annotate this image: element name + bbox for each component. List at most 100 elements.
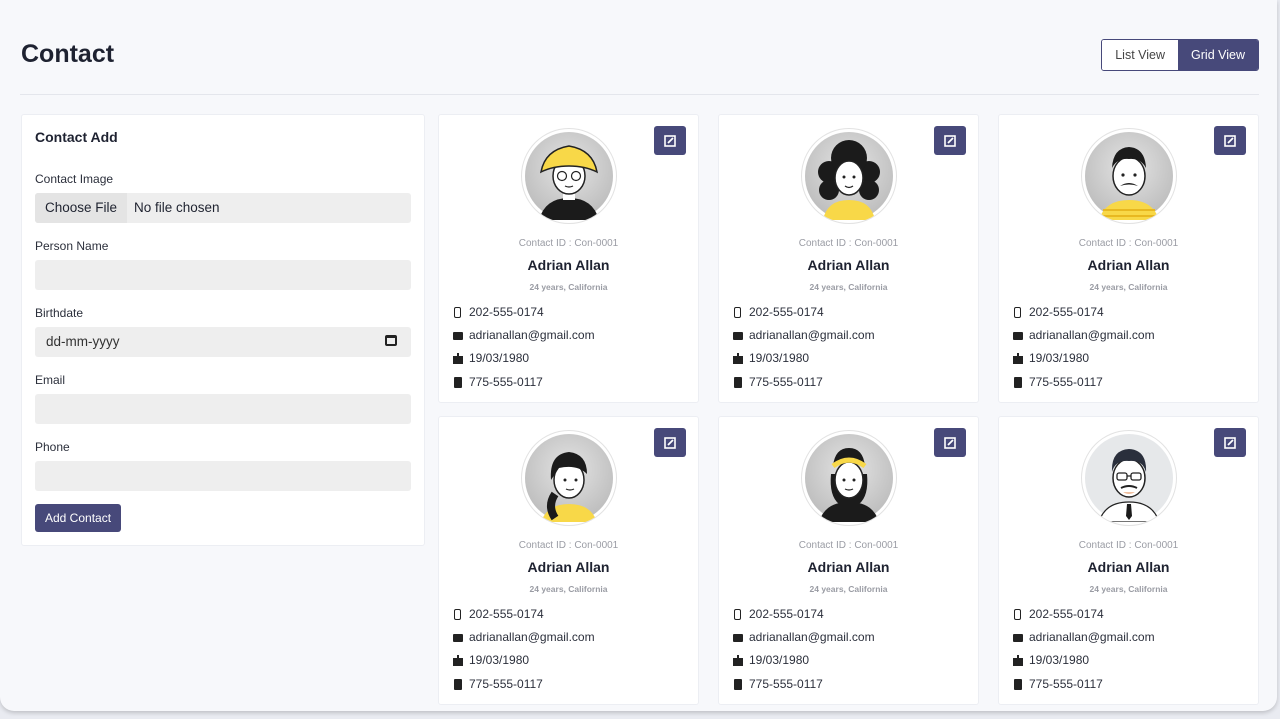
add-contact-button[interactable]: Add Contact xyxy=(35,504,122,532)
edit-contact-button[interactable] xyxy=(1214,428,1246,457)
contact-avatar xyxy=(802,431,896,525)
phone-icon xyxy=(453,608,465,621)
choose-file-button[interactable]: Choose File xyxy=(35,193,128,223)
email-label: Email xyxy=(35,373,66,387)
contact-id: Contact ID : Con-0001 xyxy=(798,238,899,249)
contact-name: Adrian Allan xyxy=(807,559,890,575)
email-input[interactable] xyxy=(35,394,411,424)
contact-alt-phone: 775-555-0117 xyxy=(733,375,823,389)
contact-id: Contact ID : Con-0001 xyxy=(518,238,619,249)
form-title: Contact Add xyxy=(35,129,118,145)
contact-id: Contact ID : Con-0001 xyxy=(798,540,899,551)
contact-email: adrianallan@gmail.com xyxy=(733,630,875,644)
contact-book-icon xyxy=(453,678,465,691)
contact-birthdate: 19/03/1980 xyxy=(453,653,529,667)
contact-image-input[interactable]: Choose File No file chosen xyxy=(35,193,411,223)
contact-card: Contact ID : Con-0001 Adrian Allan 24 year… xyxy=(438,416,699,705)
contact-meta: 24 years, California xyxy=(809,584,888,594)
edit-icon xyxy=(1224,437,1236,449)
contact-id: Contact ID : Con-0001 xyxy=(1078,238,1179,249)
contact-book-icon xyxy=(1013,376,1025,389)
contact-meta: 24 years, California xyxy=(809,282,888,292)
phone-label: Phone xyxy=(35,440,70,454)
contact-avatar xyxy=(802,129,896,223)
cake-icon xyxy=(733,352,745,365)
contact-name: Adrian Allan xyxy=(1087,559,1170,575)
birthdate-input[interactable]: dd-mm-yyyy xyxy=(35,327,411,357)
page-title: Contact xyxy=(21,40,115,68)
contact-book-icon xyxy=(733,678,745,691)
edit-icon xyxy=(664,135,676,147)
contact-name: Adrian Allan xyxy=(527,559,610,575)
contact-card: Contact ID : Con-0001 Adrian Allan 24 year… xyxy=(998,114,1259,403)
contact-email: adrianallan@gmail.com xyxy=(1013,630,1155,644)
edit-contact-button[interactable] xyxy=(654,428,686,457)
edit-contact-button[interactable] xyxy=(934,126,966,155)
contact-phone: 202-555-0174 xyxy=(453,305,544,319)
birthdate-placeholder: dd-mm-yyyy xyxy=(46,334,120,349)
contact-meta: 24 years, California xyxy=(529,584,608,594)
contact-phone: 202-555-0174 xyxy=(733,607,824,621)
contact-birthdate: 19/03/1980 xyxy=(1013,653,1089,667)
edit-icon xyxy=(664,437,676,449)
contact-phone: 202-555-0174 xyxy=(453,607,544,621)
contact-avatar xyxy=(1082,431,1176,525)
contact-avatar xyxy=(1082,129,1176,223)
person-name-label: Person Name xyxy=(35,239,109,253)
contact-meta: 24 years, California xyxy=(529,282,608,292)
contact-avatar xyxy=(522,129,616,223)
contact-card: Contact ID : Con-0001 Adrian Allan 24 year… xyxy=(718,416,979,705)
edit-contact-button[interactable] xyxy=(1214,126,1246,155)
contact-meta: 24 years, California xyxy=(1089,584,1168,594)
contact-alt-phone: 775-555-0117 xyxy=(453,375,543,389)
cake-icon xyxy=(1013,654,1025,667)
phone-icon xyxy=(733,306,745,319)
contact-email: adrianallan@gmail.com xyxy=(1013,328,1155,342)
contact-birthdate: 19/03/1980 xyxy=(733,653,809,667)
file-status: No file chosen xyxy=(134,200,220,215)
contact-birthdate: 19/03/1980 xyxy=(1013,351,1089,365)
phone-input[interactable] xyxy=(35,461,411,491)
mail-icon xyxy=(453,632,465,644)
contact-book-icon xyxy=(453,376,465,389)
contact-book-icon xyxy=(733,376,745,389)
birthdate-label: Birthdate xyxy=(35,306,84,320)
calendar-icon[interactable] xyxy=(385,335,397,346)
mail-icon xyxy=(1013,330,1025,342)
contact-card: Contact ID : Con-0001 Adrian Allan 24 year… xyxy=(718,114,979,403)
contact-id: Contact ID : Con-0001 xyxy=(518,540,619,551)
contact-meta: 24 years, California xyxy=(1089,282,1168,292)
contact-book-icon xyxy=(1013,678,1025,691)
contact-card: Contact ID : Con-0001 Adrian Allan 24 year… xyxy=(438,114,699,403)
contact-email: adrianallan@gmail.com xyxy=(453,328,595,342)
contact-alt-phone: 775-555-0117 xyxy=(1013,375,1103,389)
phone-icon xyxy=(1013,306,1025,319)
edit-contact-button[interactable] xyxy=(654,126,686,155)
edit-icon xyxy=(944,437,956,449)
contact-name: Adrian Allan xyxy=(1087,257,1170,273)
contact-name: Adrian Allan xyxy=(807,257,890,273)
contact-name: Adrian Allan xyxy=(527,257,610,273)
mail-icon xyxy=(733,632,745,644)
edit-contact-button[interactable] xyxy=(934,428,966,457)
app-frame: Contact List View Grid View Contact Add … xyxy=(0,0,1277,711)
contact-alt-phone: 775-555-0117 xyxy=(733,677,823,691)
edit-icon xyxy=(944,135,956,147)
contact-birthdate: 19/03/1980 xyxy=(733,351,809,365)
contact-phone: 202-555-0174 xyxy=(1013,607,1104,621)
grid-view-button[interactable]: Grid View xyxy=(1178,40,1258,70)
contact-email: adrianallan@gmail.com xyxy=(733,328,875,342)
contact-email: adrianallan@gmail.com xyxy=(453,630,595,644)
contact-avatar xyxy=(522,431,616,525)
cake-icon xyxy=(733,654,745,667)
cake-icon xyxy=(453,352,465,365)
list-view-button[interactable]: List View xyxy=(1102,40,1179,70)
mail-icon xyxy=(1013,632,1025,644)
person-name-input[interactable] xyxy=(35,260,411,290)
contact-birthdate: 19/03/1980 xyxy=(453,351,529,365)
contact-id: Contact ID : Con-0001 xyxy=(1078,540,1179,551)
contact-alt-phone: 775-555-0117 xyxy=(1013,677,1103,691)
cake-icon xyxy=(1013,352,1025,365)
edit-icon xyxy=(1224,135,1236,147)
page-header: Contact List View Grid View xyxy=(20,28,1259,95)
